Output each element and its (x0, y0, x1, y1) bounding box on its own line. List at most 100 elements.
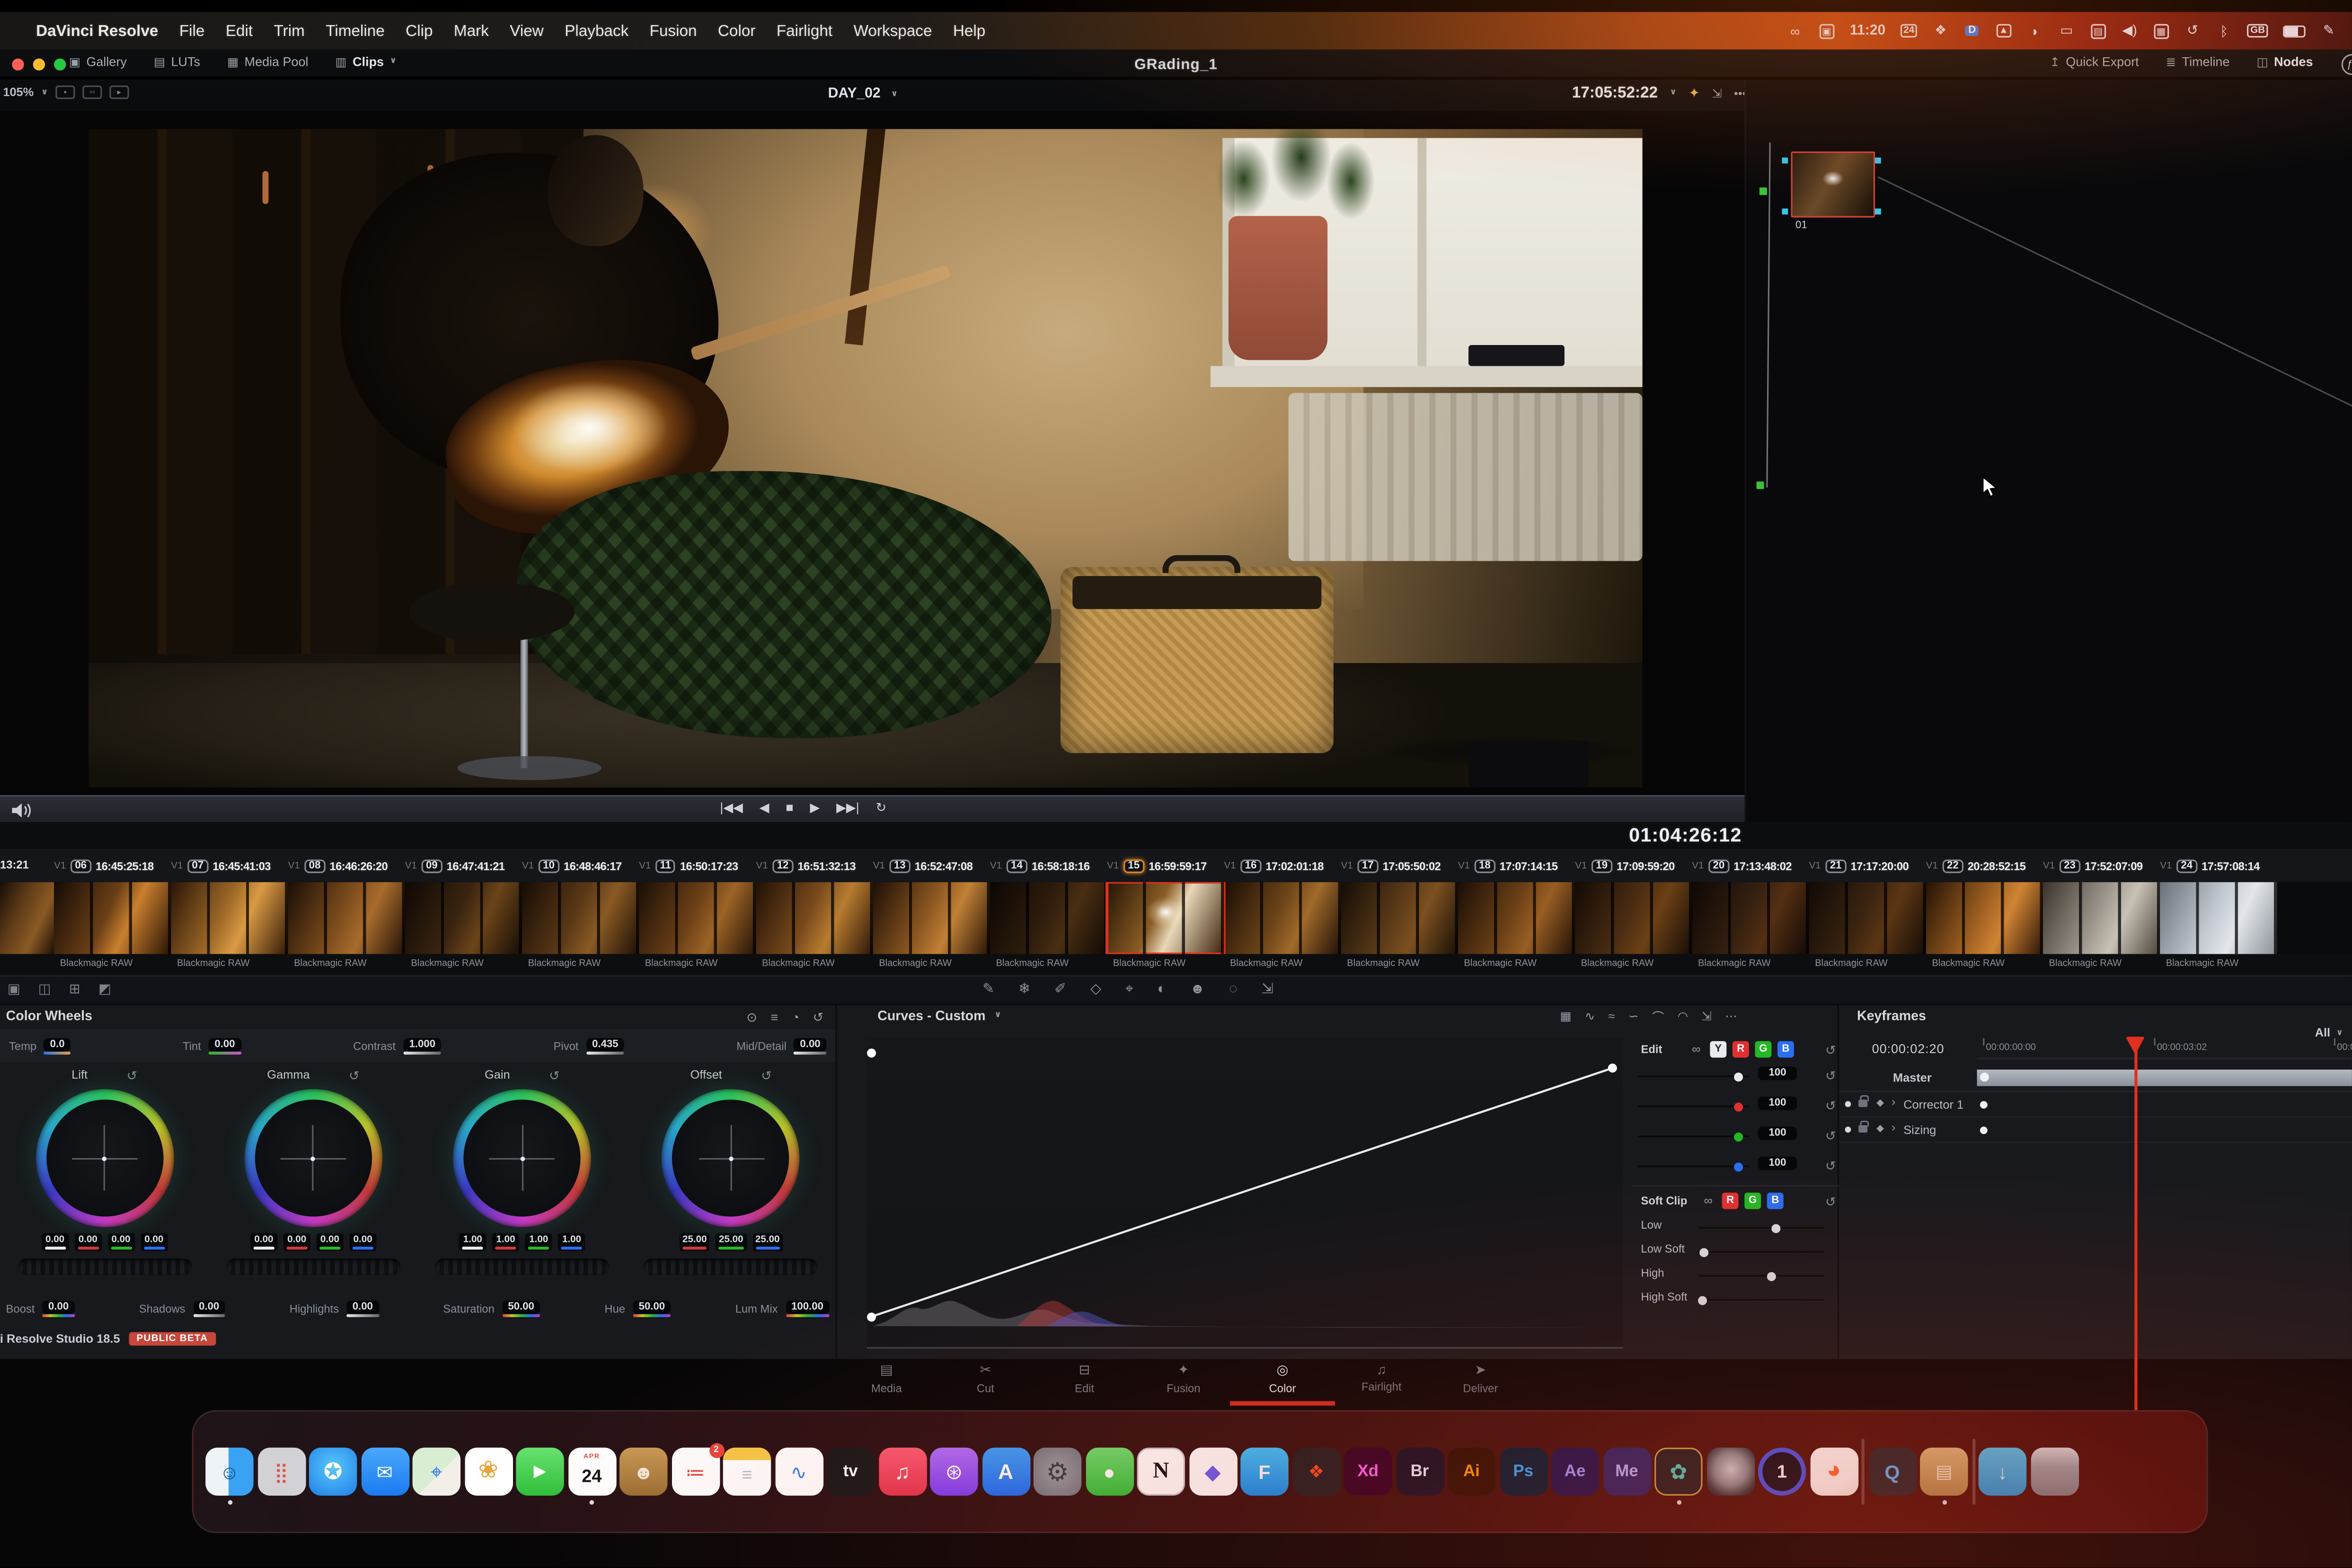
menu-item[interactable]: Fairlight (777, 22, 832, 40)
page-tab[interactable]: ➤ Deliver (1434, 1359, 1527, 1395)
channel-slider[interactable] (1638, 1072, 1749, 1081)
soft-channel-button[interactable]: B (1767, 1192, 1784, 1209)
dock-item[interactable]: ⣿ (257, 1447, 306, 1496)
keyframe-diamond-icon[interactable]: ◆ (1876, 1097, 1884, 1108)
channel-value[interactable]: 100 (1758, 1066, 1797, 1081)
keyframe-dot[interactable] (1980, 1100, 1988, 1108)
menu-item[interactable]: View (510, 22, 544, 40)
slider-knob[interactable] (1767, 1271, 1777, 1281)
curves-mode-icon[interactable]: ⇲ (1701, 1010, 1711, 1026)
timeline-clip-thumbnail[interactable] (1341, 882, 1458, 954)
wheel-crosshair[interactable] (255, 1099, 372, 1217)
magic-wand-icon[interactable]: ✦ (1689, 85, 1700, 101)
page-tab[interactable]: ▤ Media (840, 1359, 933, 1395)
dock-item[interactable]: ⚙ (1033, 1447, 1082, 1496)
play-mini-icon[interactable]: ▸ (109, 85, 129, 99)
timeline-clip-thumbnail[interactable] (1575, 882, 1692, 954)
channel-slider[interactable] (1638, 1132, 1749, 1141)
dock-item[interactable]: ✪ (309, 1447, 357, 1496)
secondary-control[interactable]: Shadows 0.00 (139, 1299, 225, 1317)
timeline-clip-header[interactable]: V1 19 17:09:59:20 (1575, 849, 1692, 882)
reset-icon[interactable]: ↺ (1825, 1194, 1836, 1211)
page-tab[interactable]: ◎ Color (1230, 1359, 1335, 1406)
status-icon[interactable]: ▲ (1995, 23, 2012, 39)
menu-item[interactable]: Playback (565, 22, 628, 40)
timeline-view-button[interactable]: ≣ Timeline (2166, 54, 2230, 69)
wheel-value[interactable]: 0.00 (107, 1233, 135, 1251)
video-frame[interactable] (88, 129, 1643, 788)
timeline-clip-thumbnail[interactable] (1458, 882, 1575, 954)
lock-icon[interactable] (1858, 1120, 1869, 1133)
wheel-value[interactable]: 25.00 (716, 1233, 746, 1251)
dock-item[interactable]: ↓ (1978, 1447, 2027, 1496)
status-icon[interactable]: ᛒ (2216, 23, 2232, 39)
control-value[interactable]: 50.00 (632, 1301, 671, 1314)
control-value[interactable]: 50.00 (502, 1301, 540, 1314)
menu-item[interactable]: Color (718, 22, 756, 40)
wheel-value[interactable]: 1.00 (525, 1233, 552, 1251)
palette-icon[interactable]: ☻ (1190, 981, 1205, 998)
dock-item[interactable]: ☻ (619, 1447, 668, 1496)
chevron-right-icon[interactable]: › (1892, 1095, 1895, 1109)
slider-knob[interactable] (1771, 1223, 1780, 1232)
keyframe-filter[interactable]: All ∨ (2315, 1026, 2343, 1040)
curve-graph[interactable] (867, 1038, 1623, 1347)
palette-icon[interactable]: ✐ (1054, 981, 1066, 998)
reset-icon[interactable]: ↺ (1825, 1128, 1836, 1145)
timeline-selector[interactable]: DAY_02 ∨ (828, 86, 898, 102)
primary-control[interactable]: Temp 0.0 (9, 1036, 71, 1055)
timeline-clip-thumbnail[interactable] (990, 882, 1107, 954)
soft-clip-slider[interactable] (1698, 1247, 1824, 1257)
wheel-value[interactable]: 0.00 (349, 1233, 377, 1251)
slider-knob[interactable] (1698, 1295, 1707, 1304)
timeline-clip-thumbnail[interactable] (1926, 882, 2043, 954)
wheels-mode-icon[interactable]: ◔ (792, 1010, 799, 1026)
timeline-clip-header[interactable]: V1 14 16:58:18:16 (990, 849, 1107, 882)
color-wheel[interactable] (453, 1089, 592, 1227)
wheel-value[interactable]: 1.00 (492, 1233, 520, 1251)
expand-viewer-icon[interactable]: ⇲ (1712, 86, 1722, 100)
dock-item[interactable]: ❖ (1292, 1447, 1341, 1496)
dock-item[interactable]: Me (1602, 1447, 1651, 1496)
curves-mode-icon[interactable]: ◠ (1678, 1010, 1688, 1026)
status-icon[interactable]: ▣ (1818, 23, 1835, 39)
slider-knob[interactable] (1733, 1102, 1742, 1111)
color-wheel[interactable] (662, 1089, 800, 1227)
soft-clip-slider[interactable] (1698, 1295, 1824, 1304)
menu-item[interactable]: Clip (406, 22, 433, 40)
timeline-clip-thumbnail[interactable] (54, 882, 171, 954)
secondary-control[interactable]: Hue 50.00 (604, 1299, 671, 1317)
keyframe-dot[interactable] (1980, 1125, 1988, 1134)
status-icon[interactable]: ✎ (2320, 23, 2337, 39)
keyframe-dot[interactable] (1980, 1072, 1989, 1082)
dock-item[interactable]: ◆ (1188, 1447, 1237, 1496)
channel-value[interactable]: 100 (1758, 1156, 1797, 1170)
status-icon[interactable]: ▦ (2153, 23, 2169, 39)
wheel-value[interactable]: 0.00 (41, 1233, 69, 1251)
menu-item[interactable]: Mark (454, 22, 489, 40)
timeline-clip-header[interactable]: V1 12 16:51:32:13 (756, 849, 873, 882)
status-icon[interactable]: ◗ (2027, 23, 2043, 39)
reset-icon[interactable]: ↺ (1825, 1158, 1836, 1175)
timeline-clip-header[interactable]: V1 06 16:45:25:18 (54, 849, 171, 882)
keyframe-row[interactable]: ◆ › Corrector 1 (1839, 1092, 2352, 1118)
viewer-timecode[interactable]: 17:05:52:22 (1572, 84, 1658, 102)
slider-knob[interactable] (1699, 1247, 1708, 1257)
menu-item[interactable]: Fusion (650, 22, 697, 40)
control-value[interactable]: 0.00 (42, 1301, 75, 1314)
dock-item[interactable]: ⊛ (930, 1447, 978, 1496)
split-view-icon[interactable]: ▫▫ (82, 85, 102, 99)
status-icon[interactable]: ∞ (1787, 23, 1804, 39)
chevron-down-icon[interactable]: ∨ (1670, 89, 1676, 97)
control-value[interactable]: 100.00 (785, 1301, 830, 1314)
transport-button[interactable]: |◀◀ (720, 799, 743, 816)
dock-item[interactable]: ☺ (205, 1447, 254, 1505)
curves-mode-icon[interactable]: ▦ (1560, 1010, 1571, 1026)
page-tab[interactable]: ✦ Fusion (1137, 1359, 1230, 1395)
soft-clip-slider[interactable] (1698, 1223, 1824, 1232)
dock-item[interactable]: ▤ (1920, 1447, 1968, 1505)
control-value[interactable]: 0.00 (208, 1038, 241, 1052)
wheels-mode-icon[interactable]: ⊙ (746, 1010, 757, 1026)
master-wheel[interactable] (644, 1258, 818, 1276)
wheel-value[interactable]: 25.00 (679, 1233, 710, 1251)
